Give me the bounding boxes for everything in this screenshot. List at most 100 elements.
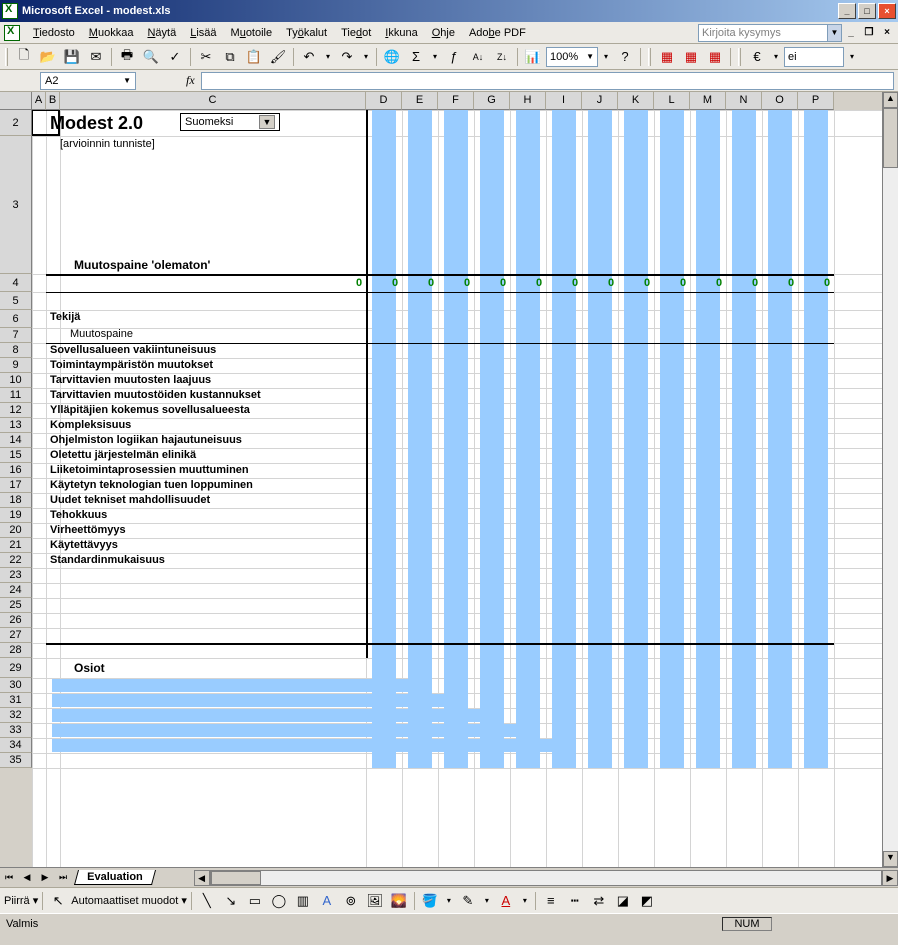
row-header-29[interactable]: 29 bbox=[0, 658, 32, 678]
menu-adobe-pdf[interactable]: Adobe PDF bbox=[462, 25, 533, 41]
col-header-E[interactable]: E bbox=[402, 92, 438, 110]
row-header-34[interactable]: 34 bbox=[0, 738, 32, 753]
row-header-7[interactable]: 7 bbox=[0, 328, 32, 343]
hyperlink-icon[interactable]: 🌐 bbox=[381, 46, 403, 68]
menu-tiedot[interactable]: Tiedot bbox=[334, 25, 378, 41]
new-icon[interactable]: 🗋 bbox=[13, 46, 35, 68]
redo-dropdown[interactable]: ▾ bbox=[360, 52, 372, 61]
doc-restore[interactable]: ❐ bbox=[862, 27, 876, 39]
col-header-H[interactable]: H bbox=[510, 92, 546, 110]
help-icon[interactable]: ? bbox=[614, 46, 636, 68]
menu-muokkaa[interactable]: Muokkaa bbox=[82, 25, 141, 41]
col-header-N[interactable]: N bbox=[726, 92, 762, 110]
row-header-11[interactable]: 11 bbox=[0, 388, 32, 403]
euro-dropdown[interactable]: ▾ bbox=[770, 52, 782, 61]
row-header-32[interactable]: 32 bbox=[0, 708, 32, 723]
3d-icon[interactable]: ◩ bbox=[636, 890, 658, 912]
pdf-icon-1[interactable]: ▦ bbox=[656, 46, 678, 68]
spellcheck-icon[interactable]: ✓ bbox=[164, 46, 186, 68]
formula-input[interactable] bbox=[201, 72, 894, 90]
scroll-thumb[interactable] bbox=[883, 108, 898, 168]
arrow-style-icon[interactable]: ⇄ bbox=[588, 890, 610, 912]
arrow-icon[interactable]: ↘ bbox=[220, 890, 242, 912]
scroll-down-icon[interactable]: ▼ bbox=[883, 851, 898, 867]
print-icon[interactable]: 🖶 bbox=[116, 46, 138, 68]
ask-dropdown[interactable]: ▼ bbox=[828, 24, 842, 42]
ask-question-box[interactable]: Kirjoita kysymys bbox=[698, 24, 828, 42]
paste-icon[interactable]: 📋 bbox=[243, 46, 265, 68]
row-header-31[interactable]: 31 bbox=[0, 693, 32, 708]
select-all-corner[interactable] bbox=[0, 92, 32, 110]
ei-combo[interactable]: ei bbox=[784, 47, 844, 67]
picture-icon[interactable]: 🌄 bbox=[388, 890, 410, 912]
row-header-12[interactable]: 12 bbox=[0, 403, 32, 418]
row-header-28[interactable]: 28 bbox=[0, 643, 32, 658]
col-header-B[interactable]: B bbox=[46, 92, 60, 110]
row-header-14[interactable]: 14 bbox=[0, 433, 32, 448]
cut-icon[interactable]: ✂ bbox=[195, 46, 217, 68]
pdf-icon-3[interactable]: ▦ bbox=[704, 46, 726, 68]
autoshapes-menu[interactable]: Automaattiset muodot ▾ bbox=[71, 894, 187, 907]
col-header-M[interactable]: M bbox=[690, 92, 726, 110]
col-header-A[interactable]: A bbox=[32, 92, 46, 110]
col-header-D[interactable]: D bbox=[366, 92, 402, 110]
row-header-35[interactable]: 35 bbox=[0, 753, 32, 768]
row-header-5[interactable]: 5 bbox=[0, 292, 32, 310]
close-button[interactable]: × bbox=[878, 3, 896, 19]
row-header-15[interactable]: 15 bbox=[0, 448, 32, 463]
dash-style-icon[interactable]: ┅ bbox=[564, 890, 586, 912]
menu-tyokalut[interactable]: Työkalut bbox=[279, 25, 334, 41]
rect-icon[interactable]: ▭ bbox=[244, 890, 266, 912]
save-icon[interactable]: 💾 bbox=[61, 46, 83, 68]
preview-icon[interactable]: 🔍 bbox=[140, 46, 162, 68]
menu-tiedosto[interactable]: Tiedosto bbox=[26, 25, 82, 41]
fx-label[interactable]: fx bbox=[186, 73, 195, 88]
doc-minimize[interactable]: _ bbox=[844, 27, 858, 39]
col-header-O[interactable]: O bbox=[762, 92, 798, 110]
row-header-2[interactable]: 2 bbox=[0, 110, 32, 136]
undo-icon[interactable]: ↶ bbox=[298, 46, 320, 68]
cells-area[interactable]: Modest 2.0Suomeksi▼[arvioinnin tunniste]… bbox=[32, 110, 882, 867]
tab-nav-last[interactable]: ⏭ bbox=[54, 870, 72, 886]
row-header-9[interactable]: 9 bbox=[0, 358, 32, 373]
col-header-G[interactable]: G bbox=[474, 92, 510, 110]
scroll-up-icon[interactable]: ▲ bbox=[883, 92, 898, 108]
autosum-icon[interactable]: Σ bbox=[405, 46, 427, 68]
toolbar-grip[interactable] bbox=[5, 48, 8, 66]
redo-icon[interactable]: ↷ bbox=[336, 46, 358, 68]
tab-nav-next[interactable]: ▶ bbox=[36, 870, 54, 886]
open-icon[interactable]: 📂 bbox=[37, 46, 59, 68]
line-style-icon[interactable]: ≡ bbox=[540, 890, 562, 912]
tab-nav-first[interactable]: ⏮ bbox=[0, 870, 18, 886]
menu-nayta[interactable]: Näytä bbox=[140, 25, 183, 41]
toolbar-grip-2[interactable] bbox=[648, 48, 651, 66]
col-header-P[interactable]: P bbox=[798, 92, 834, 110]
undo-dropdown[interactable]: ▾ bbox=[322, 52, 334, 61]
col-header-F[interactable]: F bbox=[438, 92, 474, 110]
textbox-icon[interactable]: ▥ bbox=[292, 890, 314, 912]
vertical-scrollbar[interactable]: ▲ ▼ bbox=[882, 92, 898, 867]
col-header-I[interactable]: I bbox=[546, 92, 582, 110]
format-painter-icon[interactable]: 🖌 bbox=[267, 46, 289, 68]
row-header-30[interactable]: 30 bbox=[0, 678, 32, 693]
row-header-24[interactable]: 24 bbox=[0, 583, 32, 598]
chart-icon[interactable]: 📊 bbox=[522, 46, 544, 68]
row-header-33[interactable]: 33 bbox=[0, 723, 32, 738]
name-box[interactable]: A2 ▼ bbox=[40, 72, 136, 90]
euro-icon[interactable]: € bbox=[746, 46, 768, 68]
mail-icon[interactable]: ✉ bbox=[85, 46, 107, 68]
wordart-icon[interactable]: A bbox=[316, 890, 338, 912]
scroll-right-icon[interactable]: ▶ bbox=[882, 870, 898, 886]
row-header-27[interactable]: 27 bbox=[0, 628, 32, 643]
zoom-dropdown[interactable]: ▾ bbox=[600, 52, 612, 61]
menu-muotoile[interactable]: Muotoile bbox=[224, 25, 280, 41]
sort-asc-icon[interactable]: A↓ bbox=[467, 46, 489, 68]
zoom-combo[interactable]: 100%▼ bbox=[546, 47, 598, 67]
horizontal-scrollbar[interactable]: ◀ ▶ bbox=[194, 870, 898, 886]
diagram-icon[interactable]: ⊚ bbox=[340, 890, 362, 912]
sheet-tab-evaluation[interactable]: Evaluation bbox=[74, 870, 156, 885]
copy-icon[interactable]: ⧉ bbox=[219, 46, 241, 68]
pdf-icon-2[interactable]: ▦ bbox=[680, 46, 702, 68]
col-header-L[interactable]: L bbox=[654, 92, 690, 110]
row-header-21[interactable]: 21 bbox=[0, 538, 32, 553]
